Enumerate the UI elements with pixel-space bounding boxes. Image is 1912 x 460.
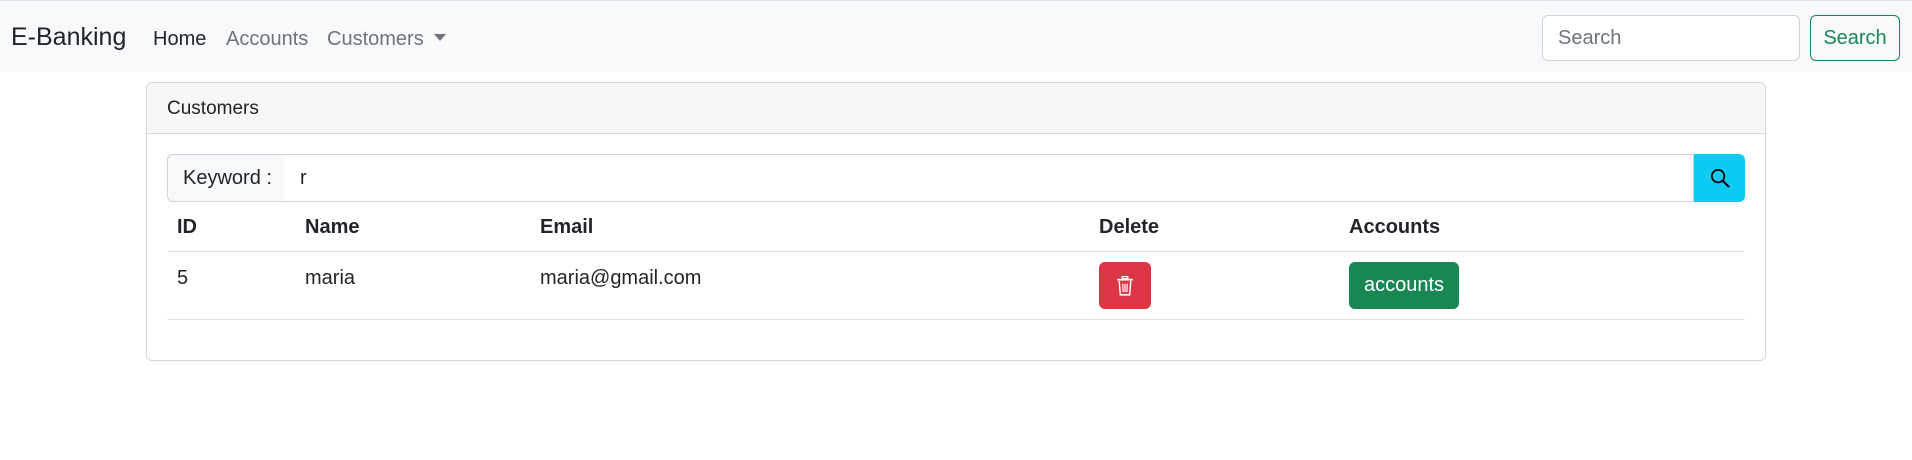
trash-icon: [1117, 275, 1133, 296]
table-header: ID Name Email Delete Accounts: [167, 202, 1745, 252]
keyword-input[interactable]: [284, 154, 1694, 202]
cell-id: 5: [177, 267, 189, 289]
column-header-delete: Delete: [1099, 216, 1160, 238]
column-header-email: Email: [540, 216, 594, 238]
cell-name: maria: [305, 267, 356, 289]
accounts-button[interactable]: accounts: [1349, 262, 1459, 309]
keyword-search-button[interactable]: [1694, 154, 1745, 202]
column-header-name: Name: [305, 216, 360, 238]
nav-dropdown-customers[interactable]: Customers: [327, 28, 446, 51]
keyword-search-group: Keyword :: [167, 154, 1745, 202]
keyword-label: Keyword :: [167, 154, 285, 202]
caret-down-icon: [433, 34, 446, 42]
customers-card: Customers Keyword : ID Name Email Delete…: [146, 82, 1766, 361]
cell-email: maria@gmail.com: [540, 267, 702, 289]
search-icon: [1710, 169, 1730, 188]
nav-link-accounts[interactable]: Accounts: [226, 28, 308, 51]
table-row: 5 maria maria@gmail.com accounts: [167, 252, 1745, 320]
navbar-search-button[interactable]: Search: [1810, 15, 1900, 61]
customers-table: ID Name Email Delete Accounts 5 maria ma…: [167, 202, 1745, 320]
column-header-accounts: Accounts: [1349, 216, 1441, 238]
nav-link-home[interactable]: Home: [153, 28, 206, 51]
nav-dropdown-customers-label: Customers: [327, 28, 424, 50]
navbar-search-input[interactable]: [1542, 15, 1800, 61]
delete-customer-button[interactable]: [1099, 262, 1151, 309]
navbar-brand[interactable]: E-Banking: [11, 23, 126, 52]
navbar: E-Banking Home Accounts Customers Search: [0, 0, 1912, 72]
column-header-id: ID: [177, 216, 197, 238]
card-header: Customers: [147, 83, 1765, 134]
